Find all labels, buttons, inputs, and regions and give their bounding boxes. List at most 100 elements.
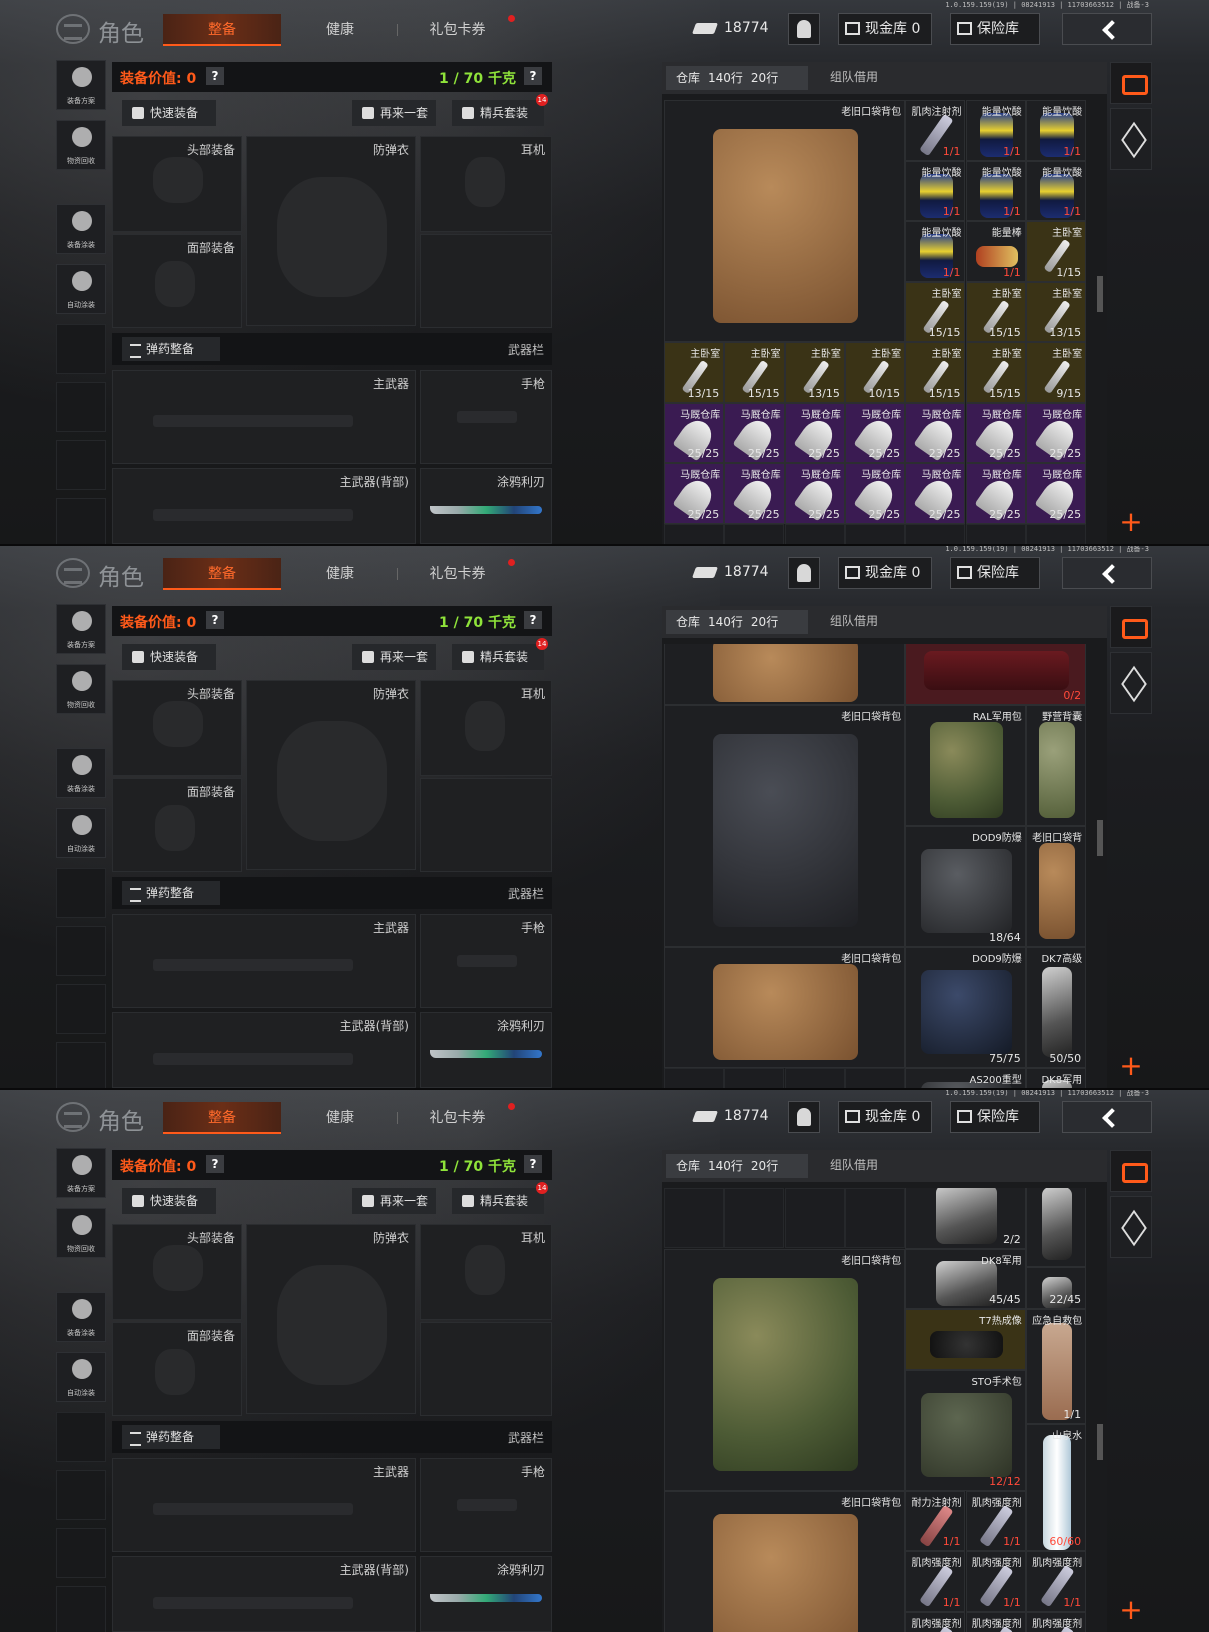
- stash-item[interactable]: 马厩仓库 25/25: [1025, 402, 1087, 463]
- stash-item[interactable]: 主卧室 9/15: [1025, 342, 1087, 403]
- cash-vault-button[interactable]: 现金库 0: [838, 1101, 932, 1133]
- head-slot[interactable]: 头部装备: [112, 136, 242, 232]
- stash-item[interactable]: 肌肉强度剂 1/1: [965, 1490, 1026, 1551]
- ear-slot[interactable]: 耳机: [420, 136, 552, 232]
- ammo-button[interactable]: 弹药整备: [122, 881, 220, 905]
- stash-item[interactable]: [664, 644, 906, 705]
- layer-button[interactable]: [1110, 652, 1152, 714]
- sort-button[interactable]: [1110, 62, 1152, 104]
- stash-tab[interactable]: 仓库 140行 20行: [666, 1154, 808, 1178]
- stash-item[interactable]: 0/2: [905, 644, 1087, 705]
- stash-item[interactable]: 主卧室 15/15: [965, 281, 1026, 342]
- stash-item[interactable]: 能量饮酸 1/1: [1025, 100, 1087, 161]
- armor-slot[interactable]: 防弹衣: [246, 1224, 416, 1414]
- main-weapon-slot[interactable]: 主武器: [112, 1458, 416, 1552]
- sidebar-button-0[interactable]: 装备方案: [56, 604, 106, 654]
- stash-item[interactable]: 主卧室 13/15: [1025, 281, 1087, 342]
- stash-item[interactable]: 主卧室 15/15: [724, 342, 785, 403]
- stash-item[interactable]: 能量饮酸 1/1: [965, 160, 1026, 221]
- main-back-slot[interactable]: 主武器(背部): [112, 1012, 416, 1088]
- team-borrow-tab[interactable]: 组队借用: [830, 612, 878, 629]
- team-borrow-tab[interactable]: 组队借用: [830, 1156, 878, 1173]
- stash-item[interactable]: DK8军用: [1025, 1188, 1087, 1267]
- sidebar-button-1[interactable]: 物资回收: [56, 664, 106, 714]
- tab-health[interactable]: 健康: [305, 1102, 375, 1134]
- stash-item[interactable]: 马厩仓库 25/25: [844, 463, 906, 524]
- stash-item[interactable]: 马厩仓库 25/25: [965, 463, 1026, 524]
- layer-button[interactable]: [1110, 108, 1152, 170]
- stash-scrollbar[interactable]: [1097, 276, 1103, 312]
- stash-item[interactable]: DK8军用: [1025, 1067, 1087, 1088]
- armor-slot[interactable]: 防弹衣: [246, 680, 416, 870]
- stash-item[interactable]: 肌肉强度剂: [965, 1611, 1026, 1632]
- stash-tab[interactable]: 仓库 140行 20行: [666, 610, 808, 634]
- stash-item[interactable]: 肌肉强度剂 1/1: [905, 1551, 966, 1612]
- stash-item[interactable]: 马厩仓库 25/25: [664, 402, 725, 463]
- stash-item[interactable]: AS200重型: [905, 1067, 1026, 1088]
- sidebar-button-2[interactable]: 装备涂装: [56, 1292, 106, 1342]
- stash-item[interactable]: 能量饮酸 1/1: [905, 221, 966, 282]
- weight-help-icon[interactable]: ?: [524, 611, 542, 629]
- tab-gift[interactable]: 礼包卡券: [410, 1102, 505, 1134]
- elite-set-button[interactable]: 精兵套装 14: [452, 94, 548, 126]
- tab-equip[interactable]: 整备: [163, 558, 281, 590]
- stash-scrollbar[interactable]: [1097, 820, 1103, 856]
- sidebar-button-0[interactable]: 装备方案: [56, 60, 106, 110]
- sidebar-button-2[interactable]: 装备涂装: [56, 204, 106, 254]
- stash-item[interactable]: 主卧室 15/15: [905, 342, 966, 403]
- cash-vault-button[interactable]: 现金库 0: [838, 13, 932, 45]
- stash-item[interactable]: 主卧室 1/15: [1025, 221, 1087, 282]
- head-slot[interactable]: 头部装备: [112, 680, 242, 776]
- stash-item[interactable]: 肌肉强度剂 1/1: [965, 1551, 1026, 1612]
- sidebar-button-3[interactable]: 自动涂装: [56, 264, 106, 314]
- stash-item[interactable]: 肌肉强度剂: [905, 1611, 966, 1632]
- stash-item[interactable]: 马厩仓库 25/25: [724, 402, 785, 463]
- stash-item[interactable]: DK7高级 50/50: [1025, 946, 1087, 1068]
- value-help-icon[interactable]: ?: [206, 1155, 224, 1173]
- team-borrow-tab[interactable]: 组队借用: [830, 68, 878, 85]
- sidebar-button-3[interactable]: 自动涂装: [56, 1352, 106, 1402]
- stash-item[interactable]: 老旧口袋背: [1025, 825, 1087, 947]
- stash-item[interactable]: 能量饮酸 1/1: [1025, 160, 1087, 221]
- stash-item[interactable]: 能量饮酸 1/1: [905, 160, 966, 221]
- sort-button[interactable]: [1110, 606, 1152, 648]
- sidebar-button-1[interactable]: 物资回收: [56, 1208, 106, 1258]
- stash-scrollbar[interactable]: [1097, 1424, 1103, 1460]
- stash-item[interactable]: 主卧室 15/15: [905, 281, 966, 342]
- stash-item[interactable]: STO手术包 12/12: [905, 1369, 1026, 1491]
- elite-set-button[interactable]: 精兵套装 14: [452, 638, 548, 670]
- stash-item[interactable]: 野营背囊: [1025, 704, 1087, 826]
- sidebar-button-1[interactable]: 物资回收: [56, 120, 106, 170]
- agent-button[interactable]: [788, 557, 820, 589]
- stash-item[interactable]: 老旧口袋背包: [664, 1490, 906, 1632]
- stash-item[interactable]: 能量饮酸 1/1: [965, 100, 1026, 161]
- main-weapon-slot[interactable]: 主武器: [112, 370, 416, 464]
- value-help-icon[interactable]: ?: [206, 611, 224, 629]
- ammo-button[interactable]: 弹药整备: [122, 337, 220, 361]
- cash-vault-button[interactable]: 现金库 0: [838, 557, 932, 589]
- empty-slot[interactable]: [420, 234, 552, 328]
- again-button[interactable]: 再来一套: [352, 100, 436, 126]
- pistol-slot[interactable]: 手枪: [420, 370, 552, 464]
- stash-item[interactable]: 老旧口袋背包: [664, 946, 906, 1068]
- expand-plus-button[interactable]: +: [1110, 1592, 1152, 1628]
- stash-tab[interactable]: 仓库 140行 20行: [666, 66, 808, 90]
- sort-button[interactable]: [1110, 1150, 1152, 1192]
- head-slot[interactable]: 头部装备: [112, 1224, 242, 1320]
- tab-gift[interactable]: 礼包卡券: [410, 558, 505, 590]
- stash-item[interactable]: DK8军用2/2: [905, 1188, 1026, 1249]
- stash-item[interactable]: 肌肉注射剂 1/1: [905, 100, 966, 161]
- face-slot[interactable]: 面部装备: [112, 234, 242, 328]
- stash-item[interactable]: T7热成像: [905, 1309, 1026, 1370]
- weight-help-icon[interactable]: ?: [524, 67, 542, 85]
- stash-item[interactable]: 22/45: [1025, 1266, 1087, 1309]
- value-help-icon[interactable]: ?: [206, 67, 224, 85]
- safe-vault-button[interactable]: 保险库: [950, 13, 1040, 45]
- main-weapon-slot[interactable]: 主武器: [112, 914, 416, 1008]
- back-button[interactable]: [1062, 1101, 1152, 1133]
- quick-equip-button[interactable]: 快速装备: [122, 1188, 216, 1214]
- stash-item[interactable]: 马厩仓库 25/25: [664, 463, 725, 524]
- stash-item[interactable]: 主卧室 15/15: [965, 342, 1026, 403]
- tab-gift[interactable]: 礼包卡券: [410, 14, 505, 46]
- quick-equip-button[interactable]: 快速装备: [122, 644, 216, 670]
